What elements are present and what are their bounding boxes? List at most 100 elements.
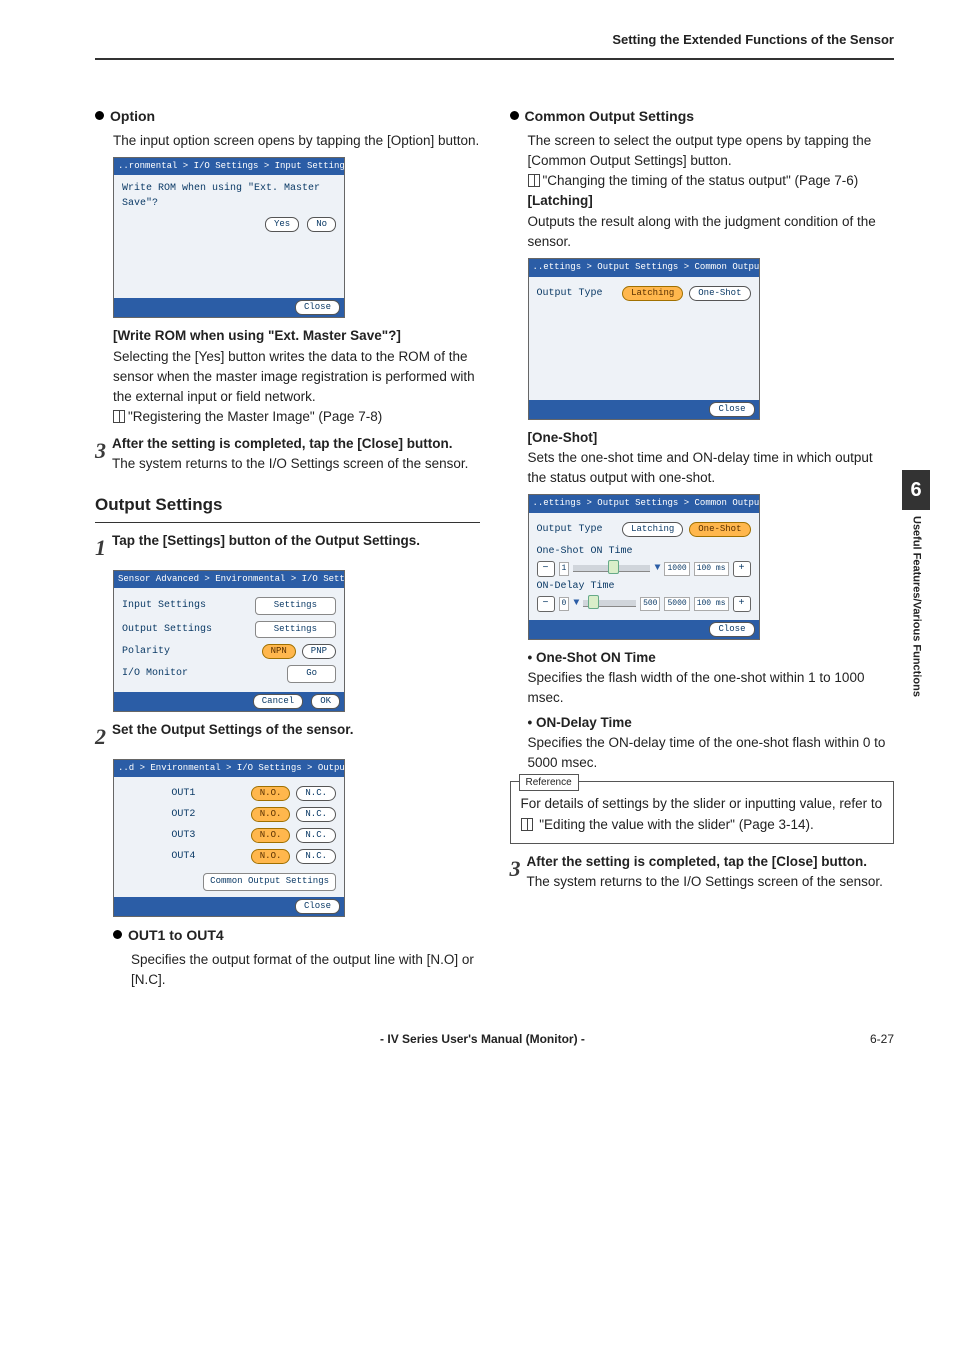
cross-ref: "Changing the timing of the status outpu…: [528, 171, 895, 191]
slider-min: 1: [559, 562, 570, 576]
close-button[interactable]: Close: [709, 402, 754, 417]
common-output-settings-button[interactable]: Common Output Settings: [203, 873, 336, 891]
latching-heading: [Latching]: [528, 191, 895, 211]
ondly-sub-body: Specifies the ON-delay time of the one-s…: [528, 733, 895, 774]
settings-button[interactable]: Settings: [255, 621, 336, 639]
oneshot-screenshot: ..ettings > Output Settings > Common Out…: [528, 494, 760, 640]
step-number-1: 1: [95, 531, 106, 564]
breadcrumb: Sensor Advanced > Environmental > I/O Se…: [114, 571, 344, 589]
book-icon: [528, 174, 540, 187]
slider-handle[interactable]: [608, 560, 619, 574]
pnp-button[interactable]: PNP: [302, 644, 336, 659]
output-settings-screenshot: ..d > Environmental > I/O Settings > Out…: [113, 759, 345, 917]
right-column: Common Output Settings The screen to sel…: [510, 100, 895, 991]
close-button[interactable]: Close: [295, 899, 340, 914]
no-button[interactable]: N.O.: [251, 849, 291, 864]
slider-mid: 500: [640, 597, 660, 611]
chapter-label: Useful Features/Various Functions: [908, 516, 925, 697]
prompt-text: Write ROM when using "Ext. Master Save"?: [122, 181, 336, 211]
cos-heading: Common Output Settings: [510, 106, 895, 127]
out3-label: OUT3: [122, 828, 245, 843]
breadcrumb: ..ronmental > I/O Settings > Input Setti…: [114, 158, 344, 176]
oneshot-button[interactable]: One-Shot: [689, 522, 750, 537]
slider-min: 0: [559, 597, 570, 611]
oneshot-button[interactable]: One-Shot: [689, 286, 750, 301]
oson-sub-body: Specifies the flash width of the one-sho…: [528, 668, 895, 709]
no-button[interactable]: No: [307, 217, 336, 232]
out4-label: OUT4: [122, 849, 245, 864]
settings-button[interactable]: Settings: [255, 597, 336, 615]
write-rom-heading: [Write ROM when using "Ext. Master Save"…: [113, 326, 480, 346]
cancel-button[interactable]: Cancel: [253, 694, 303, 709]
slider-handle[interactable]: [588, 595, 599, 609]
option-heading: Option: [95, 106, 480, 127]
out1-4-body: Specifies the output format of the outpu…: [131, 950, 480, 991]
chapter-tab: 6 Useful Features/Various Functions: [902, 470, 930, 790]
breadcrumb: ..ettings > Output Settings > Common Out…: [529, 495, 759, 513]
cross-ref: "Registering the Master Image" (Page 7-8…: [113, 407, 480, 427]
reference-text: For details of settings by the slider or…: [521, 796, 883, 811]
row-label: Output Settings: [122, 622, 249, 637]
cos-desc: The screen to select the output type ope…: [528, 131, 895, 172]
no-button[interactable]: N.O.: [251, 786, 291, 801]
book-icon: [113, 410, 125, 423]
latching-button[interactable]: Latching: [622, 522, 683, 537]
go-button[interactable]: Go: [287, 665, 336, 683]
page-header: Setting the Extended Functions of the Se…: [95, 30, 894, 60]
latching-button[interactable]: Latching: [622, 286, 683, 301]
oneshot-body: Sets the one-shot time and ON-delay time…: [528, 448, 895, 489]
page-number: 6-27: [870, 1030, 894, 1048]
left-column: Option The input option screen opens by …: [95, 100, 480, 991]
page-footer: - IV Series User's Manual (Monitor) - 6-…: [95, 1030, 894, 1048]
breadcrumb: ..ettings > Output Settings > Common Out…: [529, 259, 759, 277]
down-arrow-icon[interactable]: ▼: [573, 596, 579, 611]
latching-screenshot: ..ettings > Output Settings > Common Out…: [528, 258, 760, 420]
step-number-3: 3: [95, 434, 106, 475]
close-button[interactable]: Close: [295, 300, 340, 315]
close-button[interactable]: Close: [709, 622, 754, 637]
out1-4-heading: OUT1 to OUT4: [113, 925, 480, 946]
output-settings-title: Output Settings: [95, 492, 480, 523]
no-button[interactable]: N.O.: [251, 807, 291, 822]
nc-button[interactable]: N.C.: [296, 786, 336, 801]
out1-label: OUT1: [122, 786, 245, 801]
oneshot-heading: [One-Shot]: [528, 428, 895, 448]
ondly-sub-heading: • ON-Delay Time: [528, 713, 895, 733]
row-label: I/O Monitor: [122, 666, 281, 681]
nc-button[interactable]: N.C.: [296, 807, 336, 822]
reference-link: "Editing the value with the slider" (Pag…: [539, 817, 813, 832]
reference-box: Reference For details of settings by the…: [510, 781, 895, 844]
slider-track[interactable]: [573, 565, 650, 572]
output-type-label: Output Type: [537, 522, 617, 537]
on-delay-time-label: ON-Delay Time: [537, 579, 751, 594]
nc-button[interactable]: N.C.: [296, 828, 336, 843]
step3-body: The system returns to the I/O Settings s…: [112, 454, 480, 474]
minus-button[interactable]: −: [537, 561, 555, 577]
output-type-label: Output Type: [537, 286, 617, 301]
bullet-icon: [510, 111, 519, 120]
row-label: Polarity: [122, 644, 256, 659]
step2-hd: Set the Output Settings of the sensor.: [112, 720, 480, 740]
npn-button[interactable]: NPN: [262, 644, 296, 659]
out2-label: OUT2: [122, 807, 245, 822]
reference-tag: Reference: [519, 774, 579, 791]
slider-track[interactable]: [583, 600, 636, 607]
chapter-number: 6: [902, 470, 930, 510]
bullet-icon: [113, 930, 122, 939]
ok-button[interactable]: OK: [311, 694, 340, 709]
yes-button[interactable]: Yes: [265, 217, 299, 232]
page: Setting the Extended Functions of the Se…: [0, 0, 954, 1088]
row-label: Input Settings: [122, 598, 249, 613]
no-button[interactable]: N.O.: [251, 828, 291, 843]
down-arrow-icon[interactable]: ▼: [654, 561, 660, 576]
minus-button[interactable]: −: [537, 596, 555, 612]
latching-body: Outputs the result along with the judgme…: [528, 212, 895, 253]
oneshot-on-time-label: One-Shot ON Time: [537, 544, 751, 559]
step3r-hd: After the setting is completed, tap the …: [527, 852, 895, 872]
plus-button[interactable]: +: [733, 596, 751, 612]
plus-button[interactable]: +: [733, 561, 751, 577]
io-settings-screenshot: Sensor Advanced > Environmental > I/O Se…: [113, 570, 345, 712]
step1-hd: Tap the [Settings] button of the Output …: [112, 531, 480, 551]
nc-button[interactable]: N.C.: [296, 849, 336, 864]
step-number-2: 2: [95, 720, 106, 753]
